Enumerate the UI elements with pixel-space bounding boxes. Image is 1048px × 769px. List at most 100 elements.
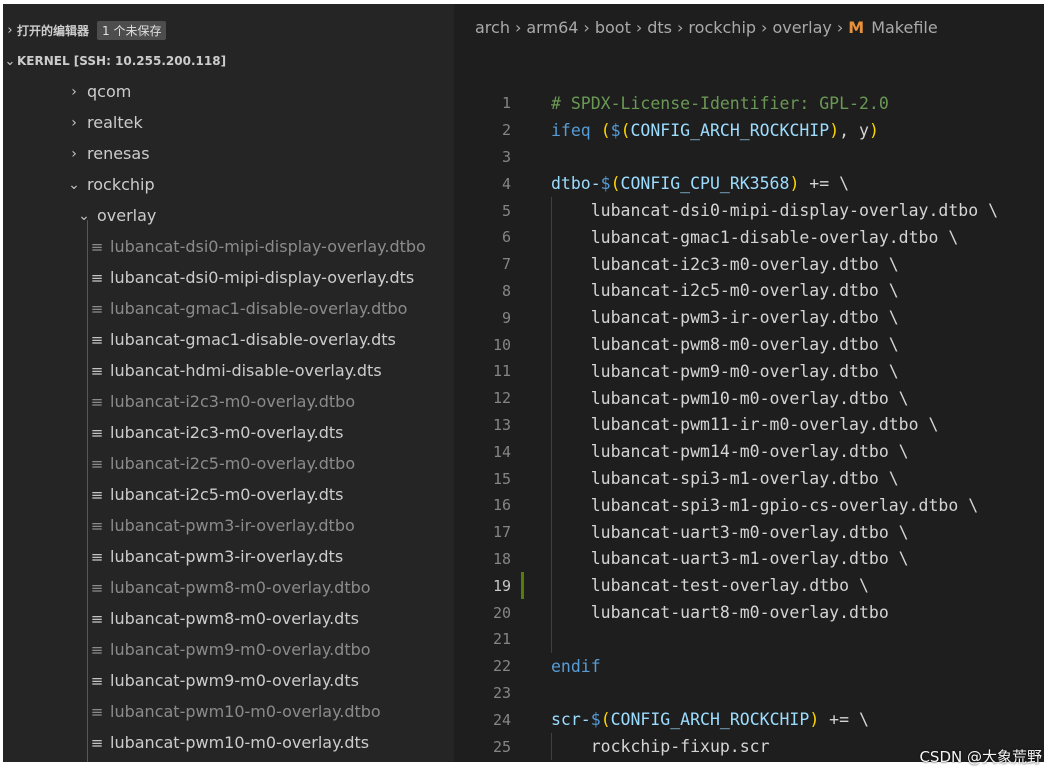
tree-folder[interactable]: ⌄ overlay — [3, 200, 454, 231]
explorer-root-header[interactable]: ⌄ KERNEL [SSH: 10.255.200.118] — [3, 50, 454, 72]
tree-folder[interactable]: › realtek — [3, 107, 454, 138]
code-line[interactable]: 21 — [454, 626, 1044, 653]
code-line[interactable]: 22 endif — [454, 653, 1044, 680]
file-lines-icon: ≡ — [90, 330, 104, 349]
code-token: CONFIG_ARCH_ROCKCHIP — [630, 120, 830, 140]
tree-file[interactable]: ≡ lubancat-i2c5-m0-overlay.dts — [3, 479, 454, 510]
chevron-right-icon: › — [514, 18, 522, 37]
breadcrumb-segment[interactable]: boot — [595, 18, 631, 37]
tree-folder[interactable]: › qcom — [3, 76, 454, 107]
chevron-right-icon: › — [677, 18, 684, 37]
code-line[interactable]: 9 lubancat-pwm3-ir-overlay.dtbo \ — [454, 304, 1044, 331]
code-text: lubancat-pwm14-m0-overlay.dtbo \ — [551, 442, 909, 461]
code-line[interactable]: 15 lubancat-spi3-m1-overlay.dtbo \ — [454, 465, 1044, 492]
code-line[interactable]: 6 lubancat-gmac1-disable-overlay.dtbo \ — [454, 224, 1044, 251]
breadcrumb-segment[interactable]: dts — [647, 18, 672, 37]
code-text: lubancat-uart8-m0-overlay.dtbo — [551, 603, 889, 622]
code-line[interactable]: 8 lubancat-i2c5-m0-overlay.dtbo \ — [454, 278, 1044, 305]
tree-file[interactable]: ≡ lubancat-gmac1-disable-overlay.dts — [3, 324, 454, 355]
line-number: 15 — [492, 469, 511, 488]
code-line[interactable]: 11 lubancat-pwm9-m0-overlay.dtbo \ — [454, 358, 1044, 385]
code-line[interactable]: 14 lubancat-pwm14-m0-overlay.dtbo \ — [454, 438, 1044, 465]
code-line[interactable]: 24 scr-$(CONFIG_ARCH_ROCKCHIP) += \ — [454, 706, 1044, 733]
code-line[interactable]: 12 lubancat-pwm10-m0-overlay.dtbo \ — [454, 385, 1044, 412]
tree-file[interactable]: ≡ lubancat-pwm3-ir-overlay.dts — [3, 541, 454, 572]
tree-file[interactable]: ≡lubancat-pwm11-ir-m0-overlay.dtbo — [3, 758, 454, 762]
explorer-sidebar: › 打开的编辑器 1 个未保存 ⌄ KERNEL [SSH: 10.255.20… — [3, 4, 454, 762]
line-number: 19 — [492, 576, 511, 595]
tree-file[interactable]: ≡ lubancat-i2c3-m0-overlay.dtbo — [3, 386, 454, 417]
line-number: 9 — [501, 308, 511, 327]
code-token: # SPDX-License-Identifier: GPL-2.0 — [551, 93, 889, 113]
code-line[interactable]: 23 — [454, 680, 1044, 707]
tree-item-label: lubancat-pwm10-m0-overlay.dts — [110, 733, 370, 752]
line-number: 16 — [492, 496, 511, 515]
tree-file[interactable]: ≡ lubancat-pwm10-m0-overlay.dts — [3, 727, 454, 758]
code-token: += \ — [819, 710, 869, 730]
tree-file[interactable]: ≡ lubancat-pwm10-m0-overlay.dtbo — [3, 696, 454, 727]
code-token: lubancat-spi3-m1-overlay.dtbo \ — [551, 469, 899, 489]
code-line[interactable]: 2 ifeq ($(CONFIG_ARCH_ROCKCHIP), y) — [454, 117, 1044, 144]
tree-file[interactable]: ≡ lubancat-pwm8-m0-overlay.dts — [3, 603, 454, 634]
line-number: 12 — [492, 389, 511, 408]
tree-folder[interactable]: ⌄ rockchip — [3, 169, 454, 200]
code-token: rockchip-fixup.scr — [551, 737, 770, 757]
tree-file[interactable]: ≡ lubancat-dsi0-mipi-display-overlay.dtbo — [3, 231, 454, 262]
tree-item-label: overlay — [97, 206, 157, 225]
tree-file[interactable]: ≡ lubancat-gmac1-disable-overlay.dtbo — [3, 293, 454, 324]
code-line[interactable]: 20 lubancat-uart8-m0-overlay.dtbo — [454, 599, 1044, 626]
file-lines-icon: ≡ — [90, 640, 104, 659]
code-line[interactable]: 1 # SPDX-License-Identifier: GPL-2.0 — [454, 90, 1044, 117]
code-text: lubancat-pwm8-m0-overlay.dtbo \ — [551, 335, 899, 354]
code-area[interactable]: 1 # SPDX-License-Identifier: GPL-2.0 2 ifeq… — [454, 90, 1044, 760]
tree-item-label: lubancat-pwm8-m0-overlay.dts — [110, 609, 359, 628]
line-number: 14 — [492, 442, 511, 461]
code-token: lubancat-i2c5-m0-overlay.dtbo \ — [551, 281, 899, 301]
tree-folder[interactable]: › renesas — [3, 138, 454, 169]
tree-file[interactable]: ≡ lubancat-dsi0-mipi-display-overlay.dts — [3, 262, 454, 293]
tree-file[interactable]: ≡ lubancat-pwm9-m0-overlay.dtbo — [3, 634, 454, 665]
chevron-down-icon: ⌄ — [78, 207, 90, 224]
tree-item-label: lubancat-pwm8-m0-overlay.dtbo — [110, 578, 371, 597]
code-token: lubancat-gmac1-disable-overlay.dtbo \ — [551, 227, 959, 247]
code-line[interactable]: 10 lubancat-pwm8-m0-overlay.dtbo \ — [454, 331, 1044, 358]
code-token: += \ — [799, 174, 850, 194]
tree-file[interactable]: ≡ lubancat-pwm8-m0-overlay.dtbo — [3, 572, 454, 603]
code-token: ifeq — [551, 120, 591, 140]
breadcrumb-segment[interactable]: rockchip — [688, 18, 756, 37]
breadcrumb-segment[interactable]: arm64 — [526, 18, 578, 37]
file-tree: › qcom › realtek › renesas ⌄ rockchip ⌄ overlay ≡ l… — [3, 76, 454, 762]
tree-file[interactable]: ≡ lubancat-i2c5-m0-overlay.dtbo — [3, 448, 454, 479]
tree-item-label: lubancat-i2c3-m0-overlay.dtbo — [110, 392, 356, 411]
watermark: CSDN @大象荒野 — [919, 748, 1042, 766]
code-token: ) — [868, 120, 879, 140]
code-line[interactable]: 18 lubancat-uart3-m1-overlay.dtbo \ — [454, 546, 1044, 573]
tree-file[interactable]: ≡ lubancat-pwm3-ir-overlay.dtbo — [3, 510, 454, 541]
code-line[interactable]: 3 — [454, 144, 1044, 171]
breadcrumb-segment[interactable]: arch — [475, 18, 510, 37]
code-token: lubancat-uart3-m0-overlay.dtbo \ — [551, 522, 909, 542]
file-lines-icon: ≡ — [90, 671, 104, 690]
code-line[interactable]: 13 lubancat-pwm11-ir-m0-overlay.dtbo \ — [454, 412, 1044, 439]
tree-file[interactable]: ≡ lubancat-hdmi-disable-overlay.dts — [3, 355, 454, 386]
line-number: 5 — [501, 201, 511, 220]
code-line[interactable]: 16 lubancat-spi3-m1-gpio-cs-overlay.dtbo… — [454, 492, 1044, 519]
tree-file[interactable]: ≡ lubancat-i2c3-m0-overlay.dts — [3, 417, 454, 448]
code-token: lubancat-i2c3-m0-overlay.dtbo \ — [551, 254, 899, 274]
modified-gutter-indicator — [521, 572, 524, 600]
code-line[interactable]: 5 lubancat-dsi0-mipi-display-overlay.dtb… — [454, 197, 1044, 224]
file-lines-icon: ≡ — [90, 516, 104, 535]
line-number: 6 — [501, 228, 511, 247]
breadcrumb-file-name[interactable]: Makefile — [871, 18, 938, 37]
file-lines-icon: ≡ — [90, 454, 104, 473]
code-line[interactable]: 7 lubancat-i2c3-m0-overlay.dtbo \ — [454, 251, 1044, 278]
code-line[interactable]: 4 dtbo-$(CONFIG_CPU_RK3568) += \ — [454, 170, 1044, 197]
breadcrumb-segment[interactable]: overlay — [772, 18, 831, 37]
code-token: , y — [839, 120, 869, 140]
open-editors-header[interactable]: › 打开的编辑器 1 个未保存 — [3, 19, 454, 41]
tree-file[interactable]: ≡ lubancat-pwm9-m0-overlay.dts — [3, 665, 454, 696]
code-line[interactable]: 17 lubancat-uart3-m0-overlay.dtbo \ — [454, 519, 1044, 546]
chevron-down-icon: ⌄ — [68, 176, 80, 193]
code-line[interactable]: 19 lubancat-test-overlay.dtbo \ — [454, 572, 1044, 600]
line-number: 2 — [501, 121, 511, 140]
